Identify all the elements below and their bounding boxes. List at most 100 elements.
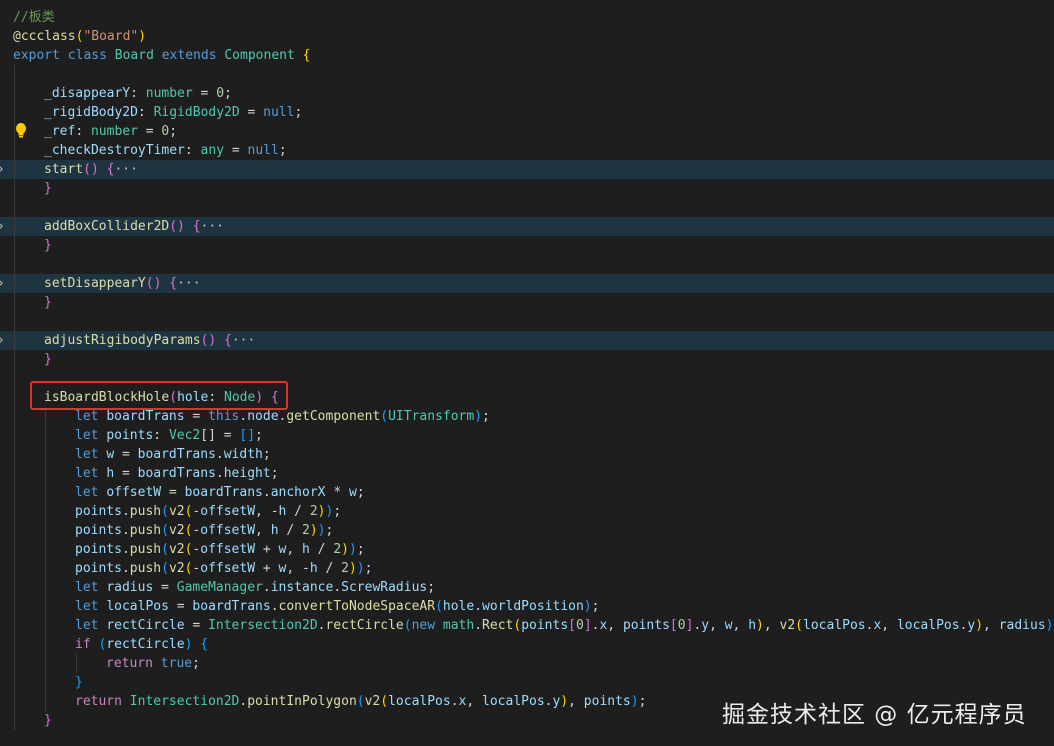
code-token: rectCircle: [325, 618, 404, 633]
code-line[interactable]: _ref: number = 0;: [0, 122, 1054, 141]
code-text: let localPos = boardTrans.convertToNodeS…: [75, 597, 599, 616]
code-token: .: [121, 504, 130, 519]
code-line[interactable]: let localPos = boardTrans.convertToNodeS…: [0, 597, 1054, 616]
code-token: ,: [881, 618, 897, 633]
code-token: true: [160, 656, 193, 671]
code-token: offsetW: [200, 542, 256, 557]
code-token: localPos: [896, 618, 960, 633]
code-token: 0: [216, 86, 225, 101]
code-text: }: [44, 350, 52, 369]
code-token: v2: [168, 561, 185, 576]
code-token: 2: [333, 542, 342, 557]
code-token: 0: [677, 618, 686, 633]
code-token: anchorX: [270, 485, 326, 500]
code-line[interactable]: }: [0, 350, 1054, 369]
code-line[interactable]: › start() {···: [0, 160, 1054, 179]
code-token: boardTrans: [184, 485, 263, 500]
code-token: convertToNodeSpaceAR: [278, 599, 436, 614]
code-line[interactable]: let offsetW = boardTrans.anchorX * w;: [0, 483, 1054, 502]
code-token: node: [247, 409, 279, 424]
code-line[interactable]: [0, 65, 1054, 84]
code-token: ;: [294, 105, 303, 120]
code-token: ;: [638, 694, 647, 709]
code-token: addBoxCollider2D: [44, 219, 170, 234]
code-line[interactable]: [0, 255, 1054, 274]
code-token: :: [184, 143, 201, 158]
lightbulb-icon[interactable]: [14, 122, 28, 140]
code-line[interactable]: › adjustRigibodyParams() {···: [0, 331, 1054, 350]
chevron-right-icon[interactable]: ›: [0, 274, 5, 293]
code-token: :: [153, 428, 169, 443]
chevron-right-icon[interactable]: ›: [0, 217, 5, 236]
code-token: height: [223, 466, 271, 481]
code-token: .: [450, 694, 459, 709]
code-line[interactable]: if (rectCircle) {: [0, 635, 1054, 654]
chevron-right-icon[interactable]: ›: [0, 331, 5, 350]
code-token: ;: [364, 561, 373, 576]
code-token: .: [262, 485, 271, 500]
code-token: return: [106, 656, 161, 671]
code-token: [: [568, 618, 576, 633]
code-line[interactable]: _rigidBody2D: RigidBody2D = null;: [0, 103, 1054, 122]
code-token: }: [44, 181, 52, 196]
code-token: ,: [466, 694, 483, 709]
code-token: ,: [607, 618, 623, 633]
code-line[interactable]: points.push(v2(-offsetW + w, -h / 2));: [0, 559, 1054, 578]
code-token: ): [348, 561, 357, 576]
code-token: ···: [177, 276, 201, 291]
code-text: }: [44, 179, 52, 198]
code-token: ): [348, 542, 357, 557]
code-token: h: [309, 561, 318, 576]
code-token: (: [513, 618, 522, 633]
code-token: offsetW: [200, 504, 256, 519]
code-token: let: [75, 409, 107, 424]
code-line[interactable]: points.push(v2(-offsetW + w, h / 2));: [0, 540, 1054, 559]
code-line[interactable]: › setDisappearY() {···: [0, 274, 1054, 293]
code-text: let w = boardTrans.width;: [75, 445, 271, 464]
code-token: , -: [286, 561, 310, 576]
code-token: ,: [286, 542, 303, 557]
code-token: getComponent: [286, 409, 381, 424]
code-line[interactable]: }: [0, 179, 1054, 198]
code-token: Intersection2D: [208, 618, 318, 633]
code-text: points.push(v2(-offsetW, -h / 2));: [75, 502, 341, 521]
code-token: 2: [341, 561, 349, 576]
code-token: extends: [161, 48, 225, 63]
code-token: ): [356, 561, 365, 576]
code-line[interactable]: let points: Vec2[] = [];: [0, 426, 1054, 445]
code-line[interactable]: let w = boardTrans.width;: [0, 445, 1054, 464]
code-line[interactable]: }: [0, 673, 1054, 692]
code-token: =: [192, 86, 217, 101]
code-token: number: [90, 124, 138, 139]
code-token: localPos: [106, 599, 169, 614]
code-editor[interactable]: //板类 @ccclass("Board") export class Board …: [0, 0, 1054, 746]
code-line[interactable]: points.push(v2(-offsetW, -h / 2));: [0, 502, 1054, 521]
chevron-right-icon[interactable]: ›: [0, 160, 5, 179]
code-line[interactable]: › addBoxCollider2D() {···: [0, 217, 1054, 236]
code-line[interactable]: points.push(v2(-offsetW, h / 2));: [0, 521, 1054, 540]
code-token: Component: [224, 48, 303, 63]
code-line[interactable]: _checkDestroyTimer: any = null;: [0, 141, 1054, 160]
code-line[interactable]: return true;: [0, 654, 1054, 673]
code-token: Vec2: [168, 428, 201, 443]
code-token: _ref: [44, 124, 76, 139]
code-line[interactable]: }: [0, 236, 1054, 255]
code-line[interactable]: [0, 198, 1054, 217]
code-text: let h = boardTrans.height;: [75, 464, 279, 483]
code-line[interactable]: //板类: [0, 8, 1054, 27]
code-token: instance: [270, 580, 334, 595]
code-token: w: [106, 447, 115, 462]
code-line[interactable]: let radius = GameManager.instance.ScrewR…: [0, 578, 1054, 597]
code-line[interactable]: @ccclass("Board"): [0, 27, 1054, 46]
code-token: start: [44, 162, 84, 177]
code-token: (: [356, 694, 365, 709]
code-token: =: [239, 105, 264, 120]
code-line[interactable]: let rectCircle = Intersection2D. rectCirc…: [0, 616, 1054, 635]
code-line[interactable]: _disappearY: number = 0;: [0, 84, 1054, 103]
code-token: new: [411, 618, 443, 633]
code-line[interactable]: let h = boardTrans.height;: [0, 464, 1054, 483]
code-line[interactable]: export class Board extends Component {: [0, 46, 1054, 65]
code-token: points: [583, 694, 631, 709]
code-line[interactable]: [0, 312, 1054, 331]
code-line[interactable]: }: [0, 293, 1054, 312]
